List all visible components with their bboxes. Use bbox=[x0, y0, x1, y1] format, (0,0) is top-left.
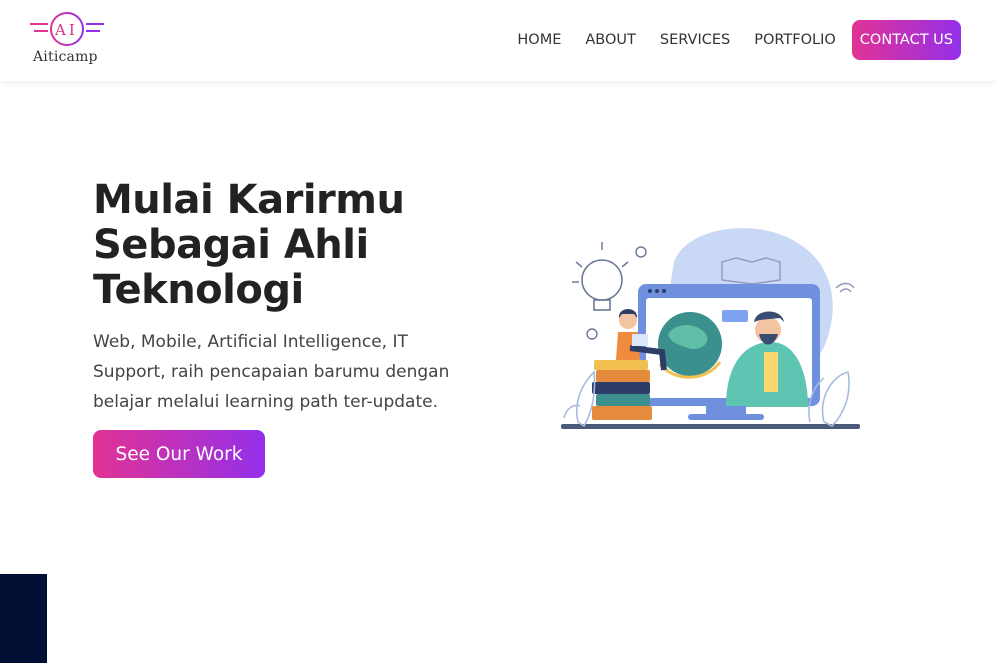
brand-name: Aiticamp bbox=[33, 49, 98, 65]
online-learning-icon bbox=[561, 228, 860, 429]
nav-link-services[interactable]: SERVICES bbox=[660, 20, 730, 60]
hero-subtitle: Web, Mobile, Artificial Intelligence, IT… bbox=[93, 332, 450, 412]
online-learning-illustration bbox=[556, 222, 866, 432]
main-nav: HOME ABOUT SERVICES PORTFOLIO CONTACT US bbox=[493, 20, 961, 60]
nav-link-home[interactable]: HOME bbox=[517, 20, 561, 60]
navbar: AI Aiticamp HOME ABOUT SERVICES PORTFOLI… bbox=[0, 0, 996, 81]
brand-logo[interactable]: AI Aiticamp bbox=[28, 10, 108, 70]
nav-link-portfolio[interactable]: PORTFOLIO bbox=[754, 20, 836, 60]
logo-monogram: AI bbox=[55, 21, 78, 39]
hero-title-line-2: Sebagai Ahli bbox=[93, 222, 369, 268]
hero-title: Mulai Karirmu Sebagai Ahli Teknologi bbox=[93, 178, 493, 313]
hero-title-line-3: Teknologi bbox=[93, 267, 304, 313]
hero-title-line-1: Mulai Karirmu bbox=[93, 177, 405, 223]
corner-block bbox=[0, 574, 47, 663]
see-our-work-button[interactable]: See Our Work bbox=[93, 430, 265, 478]
nav-link-about[interactable]: ABOUT bbox=[585, 20, 636, 60]
contact-us-button[interactable]: CONTACT US bbox=[851, 20, 961, 60]
